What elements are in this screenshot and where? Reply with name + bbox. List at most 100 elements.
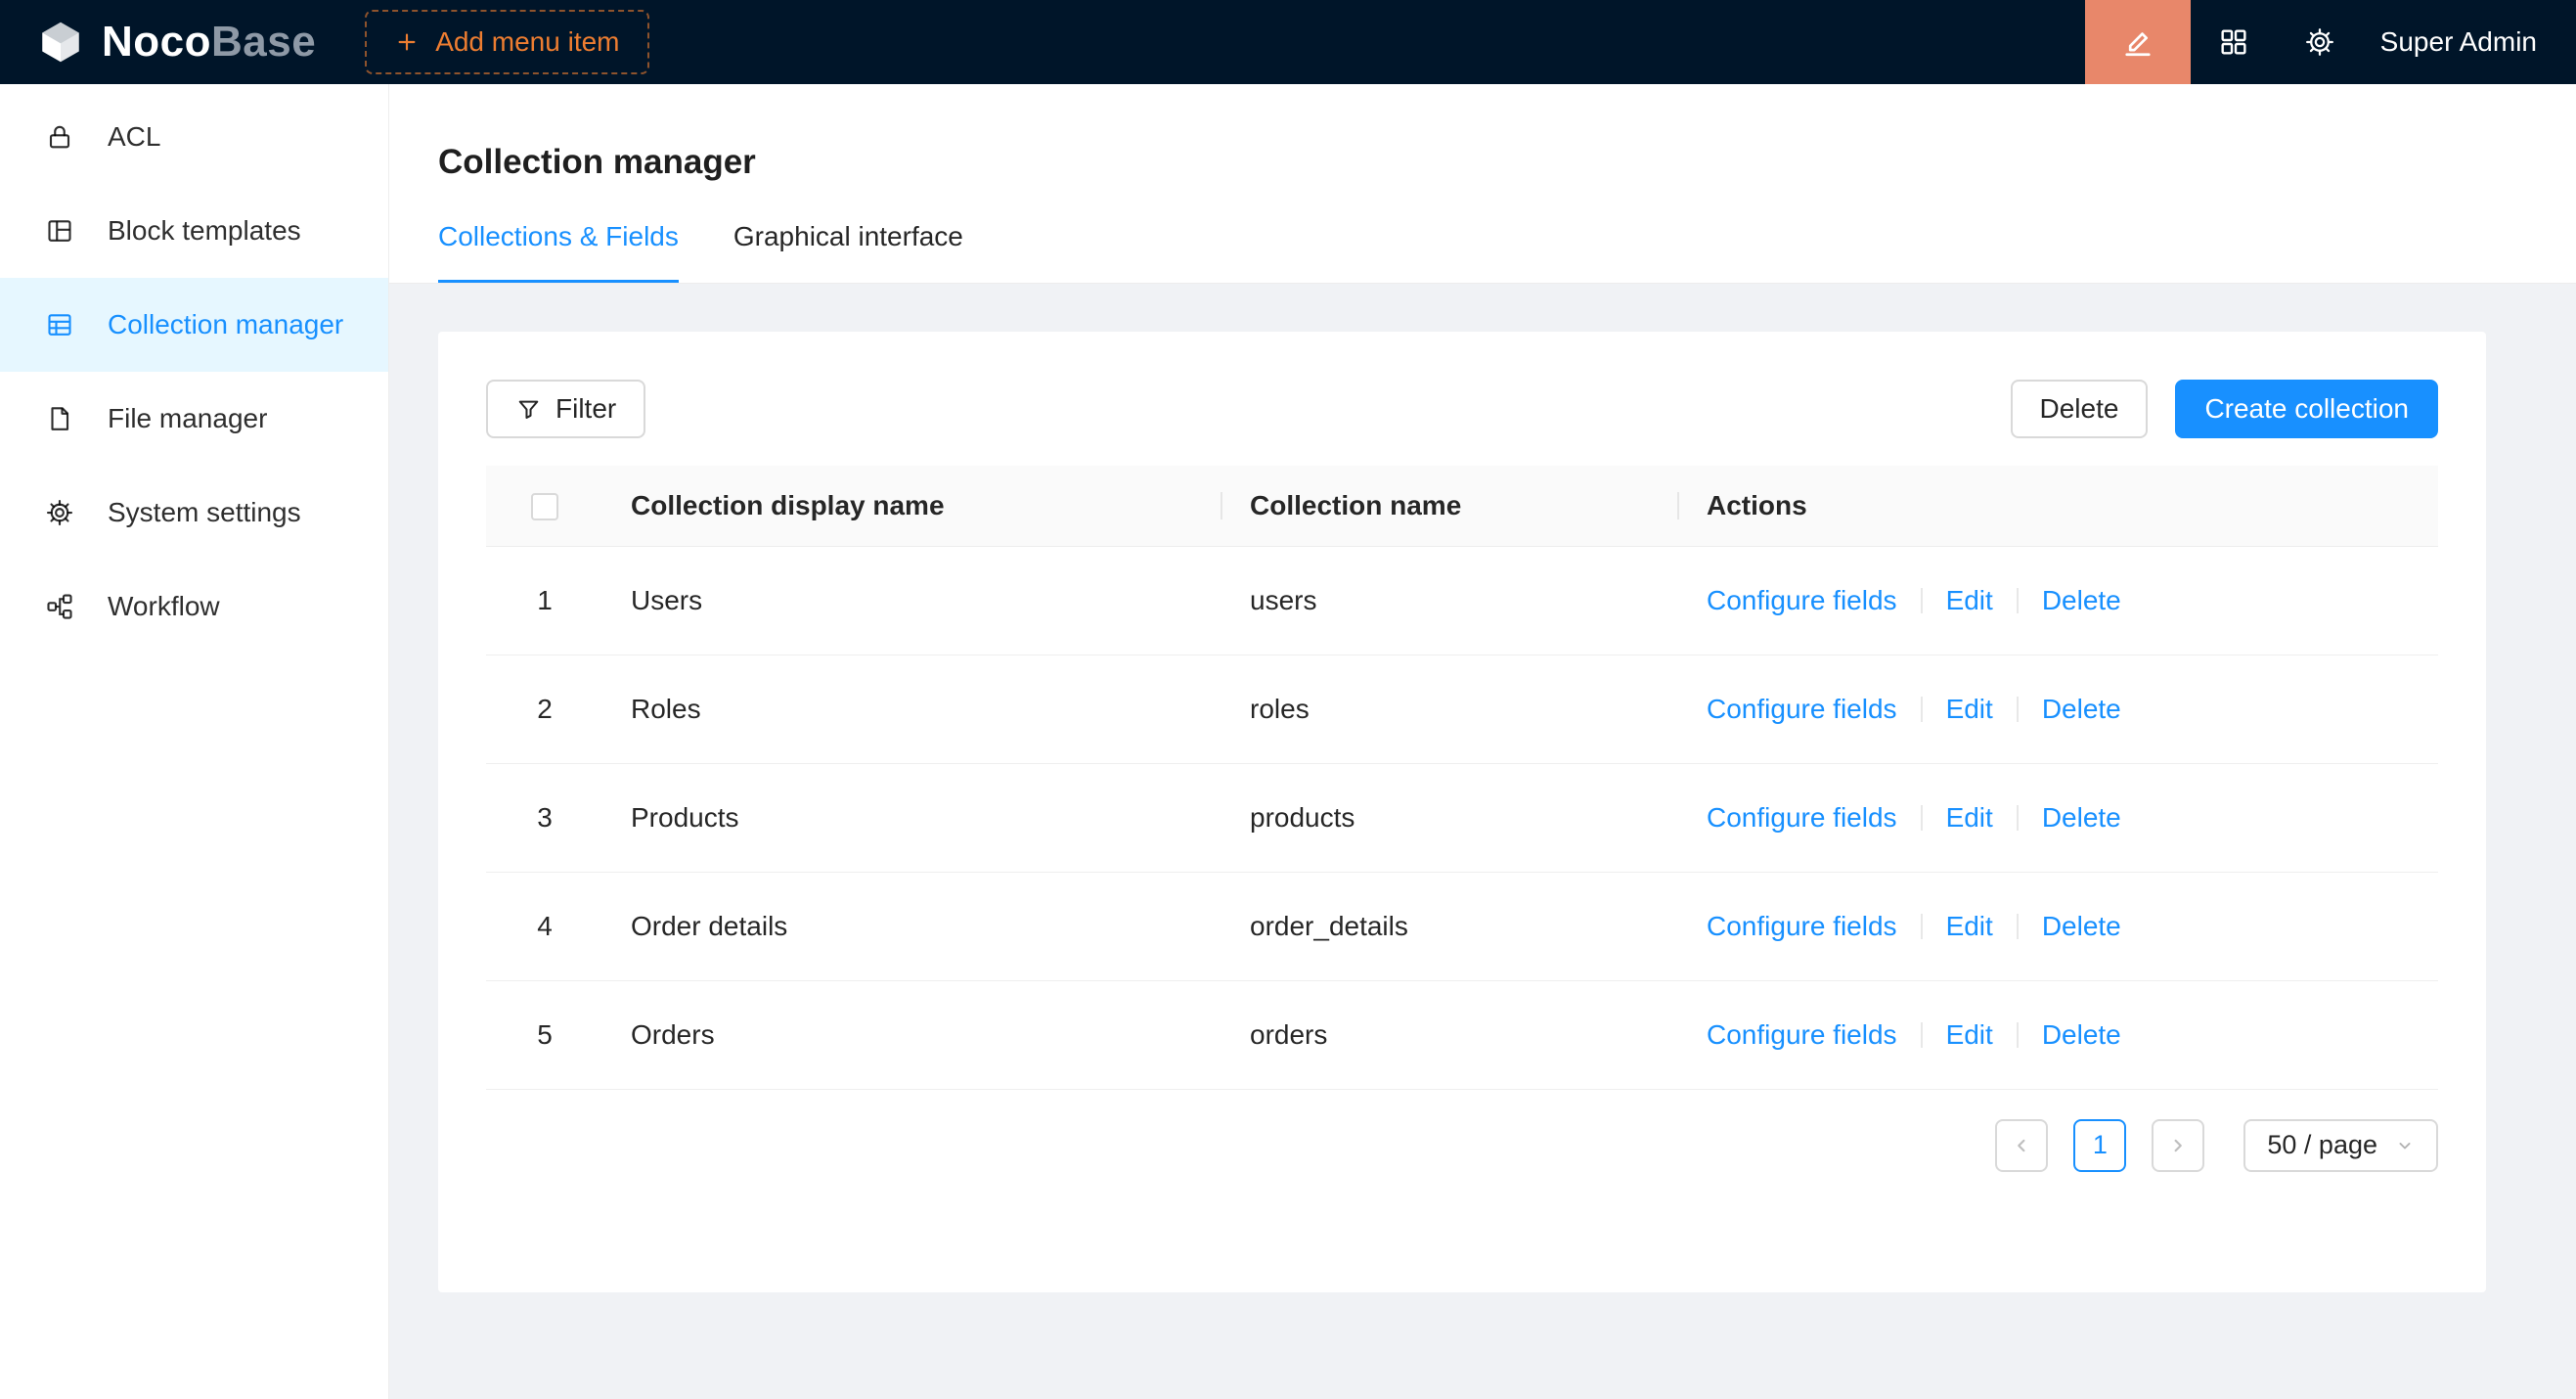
cell-collection-name: order_details <box>1222 872 1679 980</box>
page-size-select[interactable]: 50 / page <box>2243 1119 2438 1172</box>
main-area: Collection manager Collections & Fields … <box>389 84 2576 1399</box>
tab-graphical-interface[interactable]: Graphical interface <box>733 221 963 283</box>
delete-button[interactable]: Delete <box>2011 380 2149 438</box>
cell-display-name: Orders <box>603 980 1222 1089</box>
page-head: Collection manager Collections & Fields … <box>389 84 2576 284</box>
cell-actions: Configure fields Edit Delete <box>1679 546 2438 654</box>
app-shell: ACL Block templates Collection manager <box>0 84 2576 1399</box>
pagination-prev-button[interactable] <box>1995 1119 2048 1172</box>
workflow-icon <box>45 592 74 621</box>
layout-icon <box>45 216 74 246</box>
pagination: 1 50 / page <box>486 1119 2438 1172</box>
settings-button[interactable] <box>2277 0 2363 84</box>
configure-fields-link[interactable]: Configure fields <box>1707 694 1897 724</box>
table-row: 4 Order details order_details Configure … <box>486 872 2438 980</box>
sidebar-item-label: Block templates <box>108 215 301 247</box>
cell-collection-name: orders <box>1222 980 1679 1089</box>
sidebar-item-file-manager[interactable]: File manager <box>0 372 388 466</box>
cell-actions: Configure fields Edit Delete <box>1679 980 2438 1089</box>
delete-link[interactable]: Delete <box>2042 694 2121 724</box>
brand-text: NocoBase <box>102 18 316 67</box>
delete-link[interactable]: Delete <box>2042 1019 2121 1050</box>
cell-collection-name: products <box>1222 763 1679 872</box>
configure-fields-link[interactable]: Configure fields <box>1707 585 1897 615</box>
lock-icon <box>45 122 74 152</box>
edit-link[interactable]: Edit <box>1946 694 1993 724</box>
gear-icon <box>2304 26 2335 58</box>
highlighter-icon <box>2120 24 2155 60</box>
edit-link[interactable]: Edit <box>1946 802 1993 833</box>
table-row: 3 Products products Configure fieldsEdit… <box>486 763 2438 872</box>
file-icon <box>45 404 74 433</box>
action-divider <box>2017 588 2019 613</box>
column-header-collection-name: Collection name <box>1222 466 1679 546</box>
header-right: Super Admin <box>2085 0 2576 84</box>
action-divider <box>2017 914 2019 939</box>
configure-fields-link[interactable]: Configure fields <box>1707 911 1897 941</box>
configure-fields-link[interactable]: Configure fields <box>1707 802 1897 833</box>
edit-link[interactable]: Edit <box>1946 911 1993 941</box>
plugin-manager-button[interactable] <box>2191 0 2277 84</box>
column-header-display-name: Collection display name <box>603 466 1222 546</box>
delete-link[interactable]: Delete <box>2042 911 2121 941</box>
create-collection-button[interactable]: Create collection <box>2175 380 2438 438</box>
brand: NocoBase <box>0 18 316 67</box>
configure-fields-link[interactable]: Configure fields <box>1707 1019 1897 1050</box>
collections-table: Collection display name Collection name … <box>486 466 2438 1090</box>
table-row: 1 Users users Configure fieldsEditDelete <box>486 546 2438 654</box>
cell-collection-name: users <box>1222 546 1679 654</box>
pagination-page-1-button[interactable]: 1 <box>2073 1119 2126 1172</box>
edit-link[interactable]: Edit <box>1946 1019 1993 1050</box>
delete-link[interactable]: Delete <box>2042 585 2121 615</box>
delete-link[interactable]: Delete <box>2042 802 2121 833</box>
column-header-actions: Actions <box>1679 466 2438 546</box>
select-all-checkbox[interactable] <box>531 493 558 520</box>
sidebar-item-label: Collection manager <box>108 309 343 340</box>
filter-label: Filter <box>555 393 616 425</box>
edit-link[interactable]: Edit <box>1946 585 1993 615</box>
grid-icon <box>2218 26 2249 58</box>
add-menu-item-button[interactable]: Add menu item <box>365 10 648 74</box>
sidebar-item-system-settings[interactable]: System settings <box>0 466 388 560</box>
user-menu[interactable]: Super Admin <box>2380 26 2537 58</box>
page-size-value: 50 / page <box>2267 1130 2377 1160</box>
filter-button[interactable]: Filter <box>486 380 645 438</box>
table-icon <box>45 310 74 339</box>
sidebar-item-block-templates[interactable]: Block templates <box>0 184 388 278</box>
cell-actions: Configure fields Edit Delete <box>1679 872 2438 980</box>
pagination-next-button[interactable] <box>2152 1119 2204 1172</box>
cell-actions: Configure fields Edit Delete <box>1679 654 2438 763</box>
brand-base: Base <box>211 18 316 66</box>
filter-funnel-icon <box>515 396 542 423</box>
cell-actions: Configure fields Edit Delete <box>1679 763 2438 872</box>
add-menu-item-label: Add menu item <box>435 26 619 58</box>
tab-collections-fields[interactable]: Collections & Fields <box>438 221 679 283</box>
action-divider <box>2017 805 2019 831</box>
action-divider <box>1921 914 1923 939</box>
page-title: Collection manager <box>438 84 2486 221</box>
row-index: 1 <box>486 546 603 654</box>
action-divider <box>1921 588 1923 613</box>
select-all-cell <box>486 466 603 546</box>
sidebar-item-label: System settings <box>108 497 301 528</box>
row-index: 4 <box>486 872 603 980</box>
action-divider <box>1921 1022 1923 1048</box>
table-row: 5 Orders orders Configure fieldsEditDele… <box>486 980 2438 1089</box>
sidebar-item-label: Workflow <box>108 591 220 622</box>
ui-editor-button[interactable] <box>2085 0 2191 84</box>
sidebar-item-collection-manager[interactable]: Collection manager <box>0 278 388 372</box>
collections-card: Filter Delete Create collection Collecti… <box>438 332 2486 1292</box>
content-area: Filter Delete Create collection Collecti… <box>389 284 2576 1399</box>
toolbar: Filter Delete Create collection <box>486 380 2438 438</box>
chevron-right-icon <box>2167 1135 2189 1156</box>
table-row: 2 Roles roles Configure fieldsEditDelete <box>486 654 2438 763</box>
action-divider <box>2017 697 2019 722</box>
brand-noco: Noco <box>102 18 211 66</box>
sidebar-item-label: File manager <box>108 403 267 434</box>
sidebar-item-acl[interactable]: ACL <box>0 90 388 184</box>
cell-display-name: Roles <box>603 654 1222 763</box>
sidebar-item-workflow[interactable]: Workflow <box>0 560 388 654</box>
chevron-left-icon <box>2011 1135 2032 1156</box>
nocobase-logo-icon <box>37 19 84 66</box>
sidebar-item-label: ACL <box>108 121 160 153</box>
